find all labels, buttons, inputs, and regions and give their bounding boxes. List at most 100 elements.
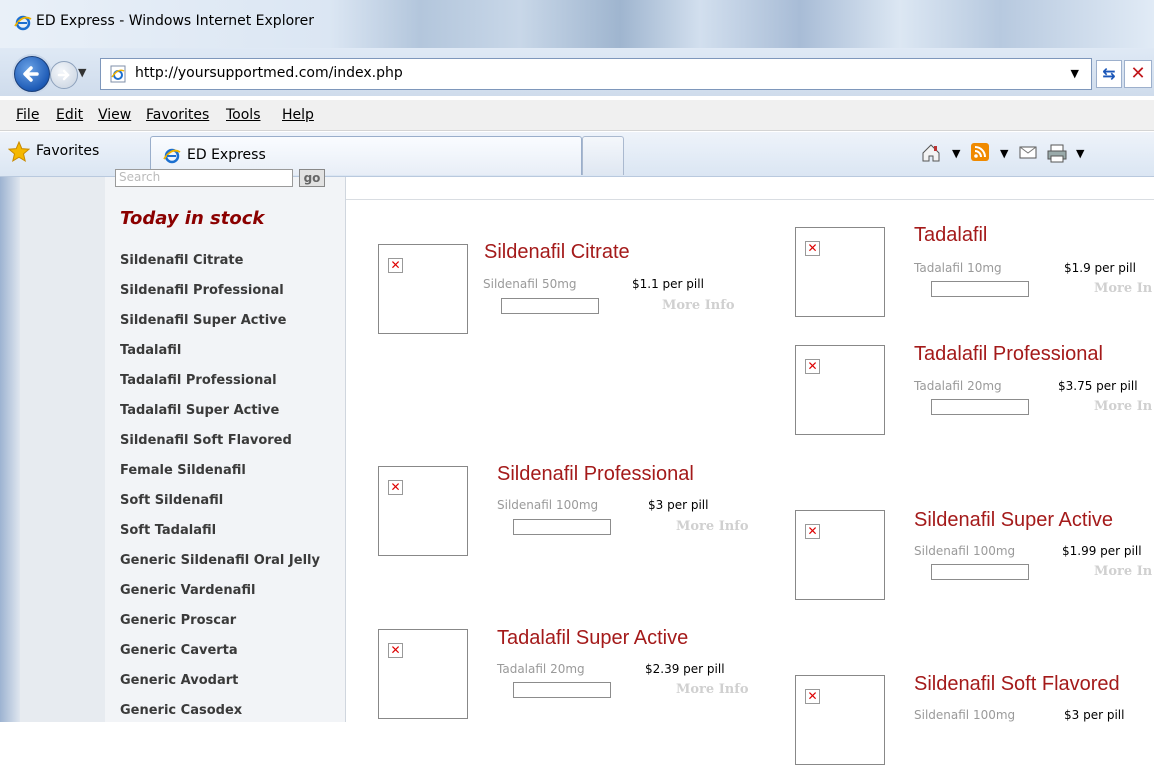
tab-label: ED Express [187, 147, 266, 163]
sidebar-link[interactable]: Generic Casodex [120, 703, 242, 718]
product-image[interactable]: ✕ [378, 244, 468, 334]
quantity-select[interactable] [501, 298, 599, 314]
menu-view-label: View [98, 107, 132, 123]
sidebar-link[interactable]: Generic Caverta [120, 643, 238, 658]
quantity-select[interactable] [513, 519, 611, 535]
home-dropdown-icon[interactable]: ▼ [952, 147, 960, 160]
product-title[interactable]: Sildenafil Soft Flavored [914, 673, 1120, 696]
arrow-right-icon [57, 69, 70, 81]
today-in-stock-heading: Today in stock [120, 208, 265, 229]
recent-pages-dropdown-icon[interactable]: ▼ [78, 66, 86, 79]
quantity-select[interactable] [513, 682, 611, 698]
menu-help[interactable]: Help [282, 107, 314, 123]
product-dosage: Sildenafil 50mg [483, 277, 577, 291]
product-image[interactable]: ✕ [795, 675, 885, 765]
sidebar-link[interactable]: Generic Vardenafil [120, 583, 255, 598]
product-title[interactable]: Tadalafil [914, 224, 987, 247]
more-info-link[interactable]: More In [1094, 399, 1152, 414]
product-image[interactable]: ✕ [795, 510, 885, 600]
product-price: $3.75 per pill [1058, 379, 1138, 393]
left-margin-column [20, 177, 106, 722]
product-dosage: Tadalafil 20mg [914, 379, 1002, 393]
menu-file-label: File [16, 107, 40, 123]
product-price: $1.9 per pill [1064, 261, 1136, 275]
product-price: $1.1 per pill [632, 277, 704, 291]
menu-file[interactable]: File [16, 107, 39, 123]
sidebar-link[interactable]: Sildenafil Citrate [120, 253, 243, 268]
product-price: $1.99 per pill [1062, 544, 1142, 558]
broken-image-icon: ✕ [388, 480, 403, 495]
more-info-link[interactable]: More In [1094, 564, 1152, 579]
print-dropdown-icon[interactable]: ▼ [1076, 147, 1084, 160]
sidebar-link[interactable]: Sildenafil Soft Flavored [120, 433, 292, 448]
menu-edit-label: Edit [56, 107, 84, 123]
menu-tools-label: Tools [226, 107, 261, 123]
product-price: $3 per pill [648, 498, 709, 512]
quantity-select[interactable] [931, 281, 1029, 297]
product-dosage: Tadalafil 20mg [497, 662, 585, 676]
product-price: $2.39 per pill [645, 662, 725, 676]
product-image[interactable]: ✕ [795, 227, 885, 317]
window-title: ED Express - Windows Internet Explorer [36, 13, 314, 29]
product-title[interactable]: Sildenafil Super Active [914, 509, 1113, 532]
favorites-label: Favorites [36, 143, 100, 159]
window-titlebar: ED Express - Windows Internet Explorer [0, 0, 1154, 48]
sidebar-link[interactable]: Sildenafil Professional [120, 283, 284, 298]
product-title[interactable]: Sildenafil Professional [497, 463, 694, 486]
menu-edit[interactable]: Edit [56, 107, 83, 123]
more-info-link[interactable]: More In [1094, 281, 1152, 296]
address-field[interactable]: http://yoursupportmed.com/index.php ▼ [100, 58, 1092, 90]
menu-favorites[interactable]: Favorites [146, 107, 209, 123]
sidebar-link[interactable]: Female Sildenafil [120, 463, 246, 478]
sidebar-link[interactable]: Soft Sildenafil [120, 493, 223, 508]
product-title[interactable]: Tadalafil Super Active [497, 627, 688, 650]
quantity-select[interactable] [931, 399, 1029, 415]
menu-view[interactable]: View [98, 107, 131, 123]
print-icon[interactable] [1046, 142, 1068, 168]
sidebar-link[interactable]: Sildenafil Super Active [120, 313, 286, 328]
stop-button[interactable]: ✕ [1124, 60, 1152, 88]
search-input[interactable]: Search [115, 169, 293, 187]
back-button[interactable] [14, 56, 50, 92]
product-image[interactable]: ✕ [378, 629, 468, 719]
menu-tools[interactable]: Tools [226, 107, 261, 123]
sidebar-link[interactable]: Tadalafil Professional [120, 373, 277, 388]
menu-help-label: Help [282, 107, 314, 123]
sidebar-link[interactable]: Soft Tadalafil [120, 523, 216, 538]
new-tab-button[interactable] [582, 136, 624, 175]
feed-dropdown-icon[interactable]: ▼ [1000, 147, 1008, 160]
go-button[interactable]: go [299, 169, 325, 187]
rss-feed-icon[interactable] [970, 142, 990, 166]
more-info-link[interactable]: More Info [676, 682, 749, 697]
more-info-link[interactable]: More Info [662, 298, 735, 313]
product-image[interactable]: ✕ [378, 466, 468, 556]
product-title[interactable]: Tadalafil Professional [914, 343, 1103, 366]
sidebar-link[interactable]: Generic Avodart [120, 673, 238, 688]
mail-icon[interactable] [1018, 142, 1038, 166]
product-dosage: Sildenafil 100mg [914, 544, 1016, 558]
quantity-select[interactable] [931, 564, 1029, 580]
ie-logo-icon [163, 148, 181, 164]
page-content: Search go Today in stock Sildenafil Citr… [0, 169, 1154, 765]
star-icon [8, 141, 30, 163]
more-info-link[interactable]: More Info [676, 519, 749, 534]
product-image[interactable]: ✕ [795, 345, 885, 435]
arrow-left-icon [23, 66, 39, 82]
navigation-bar: ▼ http://yoursupportmed.com/index.php ▼ … [0, 48, 1154, 96]
ie-page-icon [110, 65, 126, 83]
refresh-button[interactable]: ⇆ [1096, 60, 1122, 88]
sidebar-link[interactable]: Tadalafil Super Active [120, 403, 279, 418]
content-divider [346, 199, 1154, 200]
sidebar-link[interactable]: Generic Sildenafil Oral Jelly [120, 553, 320, 568]
url-text: http://yoursupportmed.com/index.php [135, 65, 403, 81]
forward-button[interactable] [50, 61, 78, 89]
sidebar: Search go Today in stock Sildenafil Citr… [105, 169, 346, 722]
broken-image-icon: ✕ [805, 524, 820, 539]
sidebar-link[interactable]: Generic Proscar [120, 613, 236, 628]
home-icon[interactable] [920, 142, 942, 168]
product-title[interactable]: Sildenafil Citrate [484, 241, 630, 264]
broken-image-icon: ✕ [805, 359, 820, 374]
sidebar-link[interactable]: Tadalafil [120, 343, 181, 358]
address-dropdown-icon[interactable]: ▼ [1071, 67, 1079, 80]
refresh-icon: ⇆ [1102, 64, 1116, 83]
